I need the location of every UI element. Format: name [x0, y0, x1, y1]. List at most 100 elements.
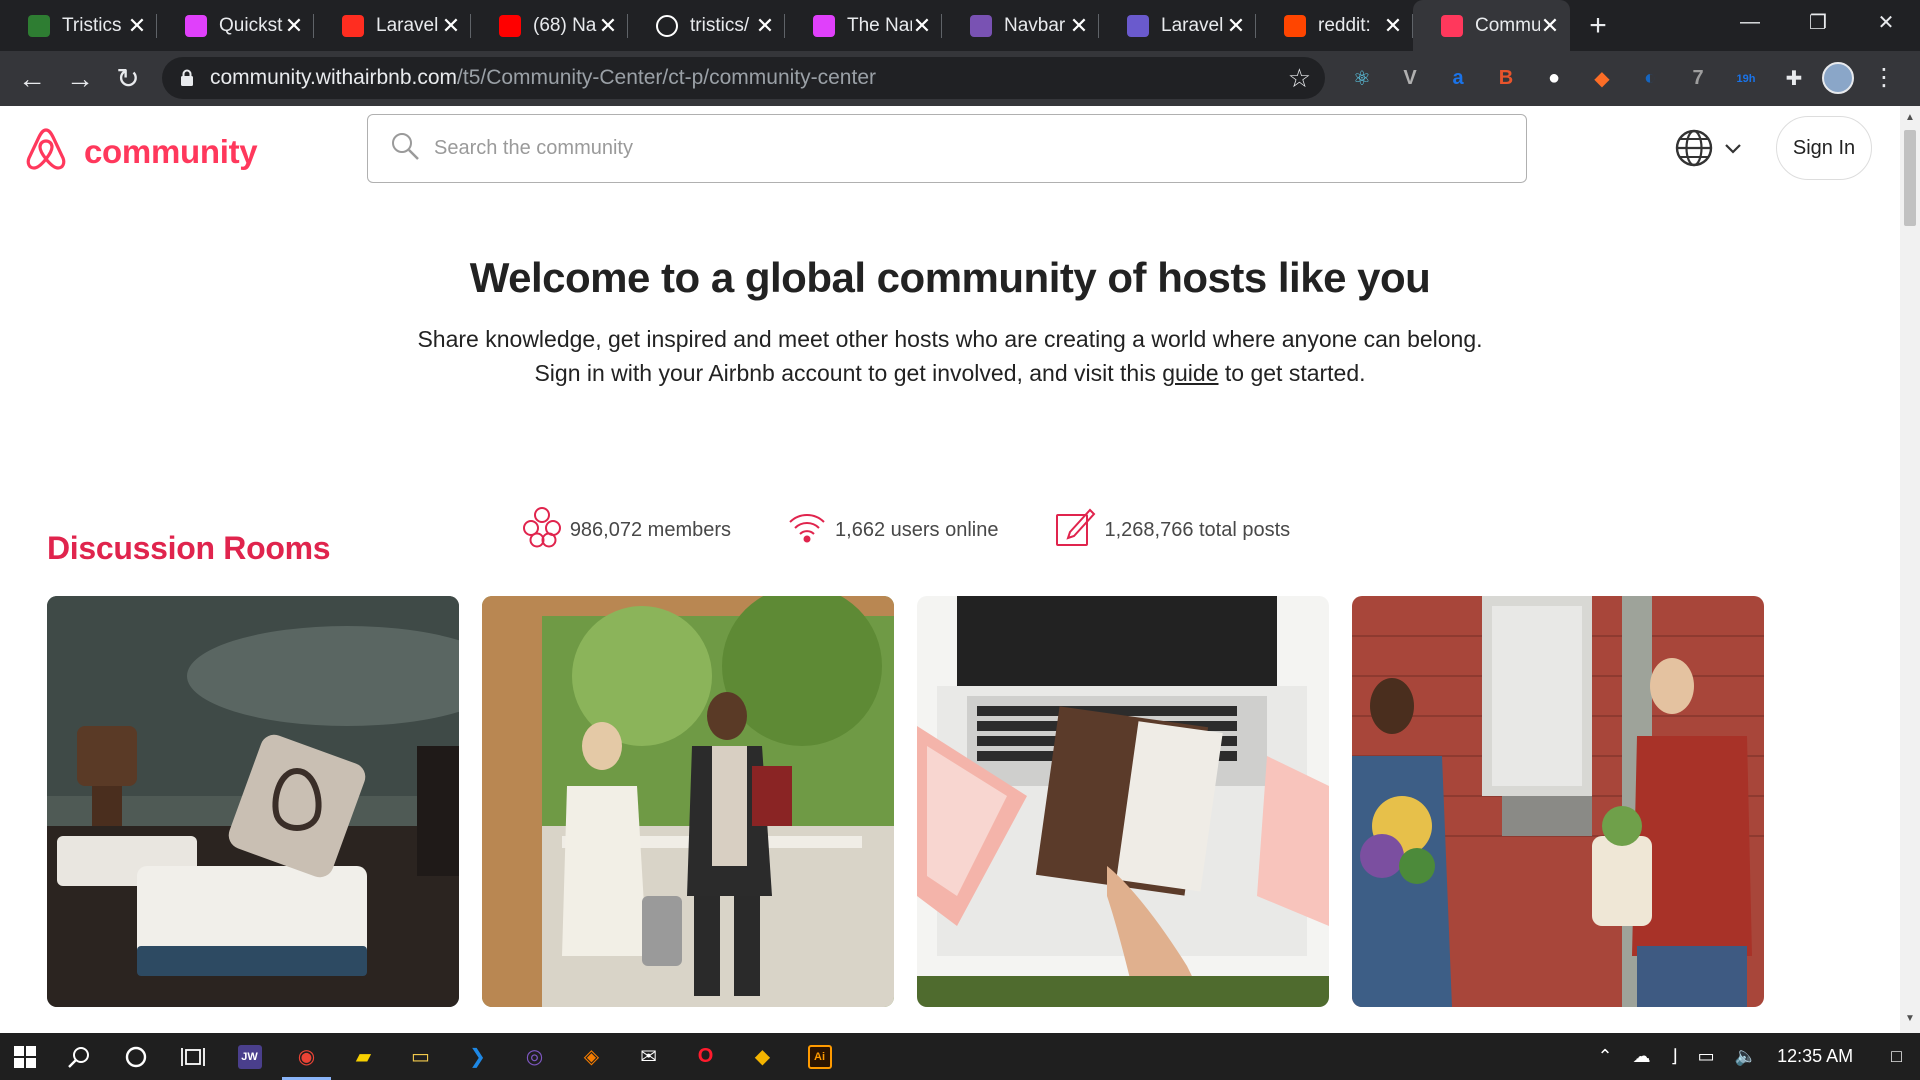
tab-close-icon[interactable]: ✕	[127, 13, 147, 39]
extension-c-glyph: ◐	[1643, 67, 1657, 89]
tab-close-icon[interactable]: ✕	[755, 13, 775, 39]
room-card-laptop[interactable]	[917, 596, 1329, 1007]
search-taskbar-icon[interactable]	[50, 1033, 107, 1080]
language-selector[interactable]	[1674, 128, 1742, 173]
puzzle-icon[interactable]: ✚	[1770, 55, 1818, 103]
tab-close-icon[interactable]: ✕	[1069, 13, 1089, 39]
battery-icon[interactable]: ▭	[1698, 1046, 1715, 1067]
search-box[interactable]	[367, 114, 1527, 183]
extension-a-icon[interactable]: a	[1434, 55, 1482, 103]
tab-close-icon[interactable]: ✕	[1383, 13, 1403, 39]
tab-title: The Nar	[847, 14, 912, 36]
url-host: community.withairbnb.com	[210, 66, 458, 89]
windows-start-icon[interactable]	[0, 1033, 50, 1080]
timer-ext-icon[interactable]: 19h	[1722, 55, 1770, 103]
windows-taskbar: JW ◉ ▰ ▭ ❯ ◎ ◈ ✉ O ◆ Ai ⌃ ☁ ⌋ ▭ 🔈 12:35 AM □	[0, 1033, 1920, 1080]
git-icon[interactable]: ◆	[734, 1033, 791, 1080]
browser-tab[interactable]: Commu ✕	[1413, 0, 1570, 51]
members-count: 986,072 members	[569, 518, 732, 541]
community-logo[interactable]: community	[24, 126, 258, 177]
browser-tab[interactable]: Quickst ✕	[157, 0, 314, 51]
discussion-rooms-heading: Discussion Rooms	[47, 530, 331, 566]
menu-kebab-icon[interactable]: ⋮	[1872, 63, 1896, 92]
clock[interactable]: 12:35 AM	[1777, 1046, 1853, 1067]
room-card-greeting[interactable]	[482, 596, 894, 1007]
opera-icon[interactable]: O	[677, 1033, 734, 1080]
guide-link[interactable]: guide	[1162, 360, 1218, 386]
bookmark-star-icon[interactable]: ☆	[1288, 63, 1311, 94]
onedrive-icon[interactable]: ☁	[1633, 1046, 1651, 1067]
online-count: 1,662 users online	[835, 518, 999, 541]
mail-icon[interactable]: ✉	[620, 1033, 677, 1080]
hero-signin-text: Sign in with your Airbnb account to get …	[534, 360, 1163, 386]
forward-button[interactable]: →	[56, 55, 104, 103]
profile-avatar[interactable]	[1822, 62, 1854, 94]
tab-close-icon[interactable]: ✕	[1540, 13, 1560, 39]
extension-b-icon[interactable]: B	[1482, 55, 1530, 103]
browser-tab[interactable]: Navbar ✕	[942, 0, 1099, 51]
bootstrap-icon	[970, 14, 992, 37]
scroll-down-arrow-icon[interactable]: ▼	[1905, 1013, 1915, 1024]
tab-title: Tristics	[62, 14, 122, 36]
tab-close-icon[interactable]: ✕	[598, 13, 618, 39]
tab-title: Quickst	[219, 14, 283, 36]
vscode-icon[interactable]: ❯	[449, 1033, 506, 1080]
browser-tab[interactable]: Laravel ✕	[314, 0, 471, 51]
mail-ext-icon[interactable]: 7	[1674, 55, 1722, 103]
browser-tab[interactable]: Laravel ✕	[1099, 0, 1256, 51]
notification-icon[interactable]: □	[1891, 1046, 1902, 1067]
vue-devtools-icon[interactable]: V	[1386, 55, 1434, 103]
room-card-stamp[interactable]	[47, 596, 459, 1007]
tab-close-icon[interactable]: ✕	[1226, 13, 1246, 39]
gitlab-ext-icon[interactable]: ◆	[1578, 55, 1626, 103]
extensions-area: ⚛ Va B ● ◆ ◐ 7 19h ✚	[1338, 51, 1818, 106]
chevron-up-icon[interactable]: ⌃	[1598, 1046, 1613, 1067]
chrome-icon[interactable]: ◉	[278, 1033, 335, 1080]
search-icon	[390, 131, 420, 166]
tab-title: Laravel	[376, 14, 439, 36]
minimize-icon[interactable]: —	[1716, 0, 1784, 44]
github-ext-icon[interactable]: ●	[1530, 55, 1578, 103]
new-tab-button[interactable]: +	[1578, 0, 1618, 51]
sticky-notes-icon[interactable]: ▰	[335, 1033, 392, 1080]
tab-title: tristics/	[690, 14, 750, 36]
search-input[interactable]	[434, 137, 1434, 160]
browser-tab[interactable]: reddit: ✕	[1256, 0, 1413, 51]
timer-ext-glyph: 19h	[1736, 72, 1756, 85]
back-button[interactable]: ←	[8, 55, 56, 103]
file-explorer-glyph: ▭	[411, 1046, 430, 1068]
tab-close-icon[interactable]: ✕	[441, 13, 461, 39]
scrollbar-thumb[interactable]	[1904, 130, 1916, 226]
extension-c-icon[interactable]: ◐	[1626, 55, 1674, 103]
jw-app-icon[interactable]: JW	[221, 1033, 278, 1080]
browser-tab[interactable]: tristics/✕	[628, 0, 785, 51]
page-scrollbar[interactable]: ▲ ▼	[1900, 106, 1920, 1033]
reload-button[interactable]: ↻	[104, 55, 152, 103]
close-window-icon[interactable]: ✕	[1852, 0, 1920, 44]
tab-close-icon[interactable]: ✕	[284, 13, 304, 39]
sign-in-button[interactable]: Sign In	[1776, 116, 1872, 180]
hero-signin-text-end: to get started.	[1218, 360, 1366, 386]
members-stat: 986,072 members	[522, 506, 731, 554]
discussion-room-cards	[47, 596, 1764, 1007]
hero-subtitle: Share knowledge, get inspired and meet o…	[417, 326, 1483, 352]
jw-app-glyph: JW	[237, 1044, 262, 1069]
browser-tab[interactable]: The Nar ✕	[785, 0, 942, 51]
file-explorer-icon[interactable]: ▭	[392, 1033, 449, 1080]
browser-tab[interactable]: Tristics ✕	[0, 0, 157, 51]
scroll-up-arrow-icon[interactable]: ▲	[1905, 112, 1915, 123]
browser-tab[interactable]: (68) Na ✕	[471, 0, 628, 51]
tab-close-icon[interactable]: ✕	[912, 13, 932, 39]
illustrator-icon[interactable]: Ai	[791, 1033, 848, 1080]
task-view-icon[interactable]	[164, 1033, 221, 1080]
app-purple-icon[interactable]: ◎	[506, 1033, 563, 1080]
room-card-neighbors[interactable]	[1352, 596, 1764, 1007]
volume-icon[interactable]: 🔈	[1735, 1046, 1757, 1067]
app-orange-icon[interactable]: ◈	[563, 1033, 620, 1080]
network-icon[interactable]: ⌋	[1671, 1046, 1678, 1067]
address-bar[interactable]: community.withairbnb.com/t5/Community-Ce…	[162, 57, 1325, 99]
cortana-icon[interactable]	[107, 1033, 164, 1080]
react-devtools-icon[interactable]: ⚛	[1338, 55, 1386, 103]
octopus-icon	[813, 14, 835, 37]
restore-icon[interactable]: ❐	[1784, 0, 1852, 44]
